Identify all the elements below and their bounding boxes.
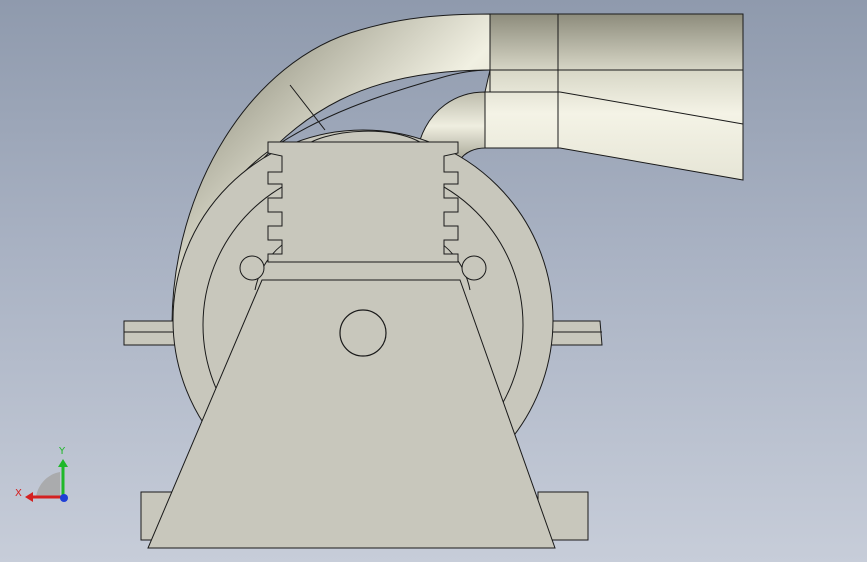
axis-triad: X Y — [15, 446, 68, 502]
bolt-hole-left — [239, 255, 265, 281]
outlet-duct — [484, 13, 744, 181]
y-axis-label: Y — [58, 446, 66, 457]
triad-base-wedge — [36, 472, 60, 497]
bearing-block — [267, 141, 459, 263]
x-axis-arrow — [25, 492, 33, 502]
pump-housing-model[interactable] — [0, 0, 867, 562]
shaft-hole — [339, 309, 387, 357]
x-axis-label: X — [15, 488, 22, 499]
y-axis-arrow — [58, 459, 68, 467]
z-axis-dot — [60, 494, 68, 502]
bolt-hole-right — [461, 255, 487, 281]
cad-3d-viewport[interactable]: X Y — [0, 0, 867, 562]
